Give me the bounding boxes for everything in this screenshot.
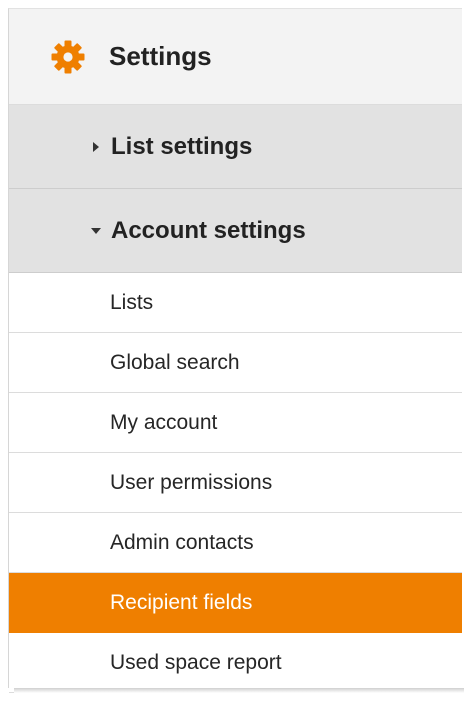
panel-shadow	[14, 688, 464, 693]
menu-item-my-account[interactable]: My account	[9, 393, 462, 453]
section-label: Account settings	[111, 216, 306, 244]
triangle-down-icon	[89, 227, 103, 235]
settings-header: Settings	[9, 9, 462, 105]
section-list-settings[interactable]: List settings	[9, 105, 462, 189]
menu-item-recipient-fields[interactable]: Recipient fields	[9, 573, 462, 633]
gear-icon	[49, 38, 87, 76]
menu-item-used-space-report[interactable]: Used space report	[9, 633, 462, 693]
section-label: List settings	[111, 132, 253, 160]
section-account-settings[interactable]: Account settings	[9, 189, 462, 273]
menu-item-admin-contacts[interactable]: Admin contacts	[9, 513, 462, 573]
account-settings-list: Lists Global search My account User perm…	[9, 273, 462, 693]
menu-item-user-permissions[interactable]: User permissions	[9, 453, 462, 513]
triangle-right-icon	[89, 141, 103, 153]
settings-panel: Settings List settings Account settings …	[8, 8, 462, 693]
menu-item-lists[interactable]: Lists	[9, 273, 462, 333]
page-title: Settings	[109, 41, 212, 71]
menu-item-global-search[interactable]: Global search	[9, 333, 462, 393]
